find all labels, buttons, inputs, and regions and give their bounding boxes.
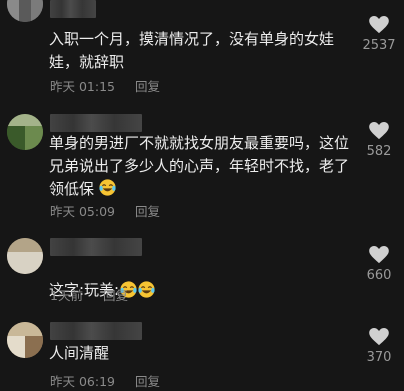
comment-time: 1天前 [50, 288, 83, 303]
heart-icon [369, 246, 389, 264]
like-button[interactable]: 2537 [354, 16, 404, 53]
like-count: 2537 [362, 38, 396, 53]
comment-meta: 昨天 05:09 回复 [50, 201, 160, 220]
reply-button[interactable]: 回复 [135, 79, 160, 94]
like-button[interactable]: 370 [354, 328, 404, 365]
comment-time: 昨天 01:15 [50, 79, 115, 94]
like-count: 660 [366, 268, 392, 283]
reply-button[interactable]: 回复 [135, 374, 160, 389]
comment-meta: 昨天 06:19 回复 [50, 371, 160, 390]
comment-text: 单身的男进厂不就就找女朋友最重要吗，这位 兄弟说出了多少人的心声，年轻时不找，老… [49, 134, 350, 198]
heart-icon [369, 16, 389, 34]
laughing-crying-emoji [137, 281, 155, 299]
heart-icon [369, 122, 389, 140]
comment-text: 人间清醒 [49, 344, 110, 362]
username-blurred[interactable] [50, 0, 96, 18]
username-blurred[interactable] [50, 238, 142, 256]
username-blurred[interactable] [50, 322, 142, 340]
username-blurred[interactable] [50, 114, 142, 132]
avatar[interactable] [7, 114, 43, 150]
comment-meta: 1天前 回复 [50, 285, 128, 304]
reply-button[interactable]: 回复 [103, 288, 128, 303]
avatar[interactable] [7, 322, 43, 358]
like-count: 370 [366, 350, 392, 365]
comment-time: 昨天 05:09 [50, 204, 115, 219]
heart-icon [369, 328, 389, 346]
comment-text: 入职一个月，摸清情况了，没有单身的女娃 娃，就辞职 [49, 30, 335, 71]
avatar[interactable] [7, 0, 43, 22]
like-count: 582 [366, 144, 392, 159]
like-button[interactable]: 582 [354, 122, 404, 159]
comment-meta: 昨天 01:15 回复 [50, 76, 160, 95]
like-button[interactable]: 660 [354, 246, 404, 283]
laughing-crying-emoji [98, 178, 116, 197]
avatar[interactable] [7, 238, 43, 274]
comment-time: 昨天 06:19 [50, 374, 115, 389]
reply-button[interactable]: 回复 [135, 204, 160, 219]
